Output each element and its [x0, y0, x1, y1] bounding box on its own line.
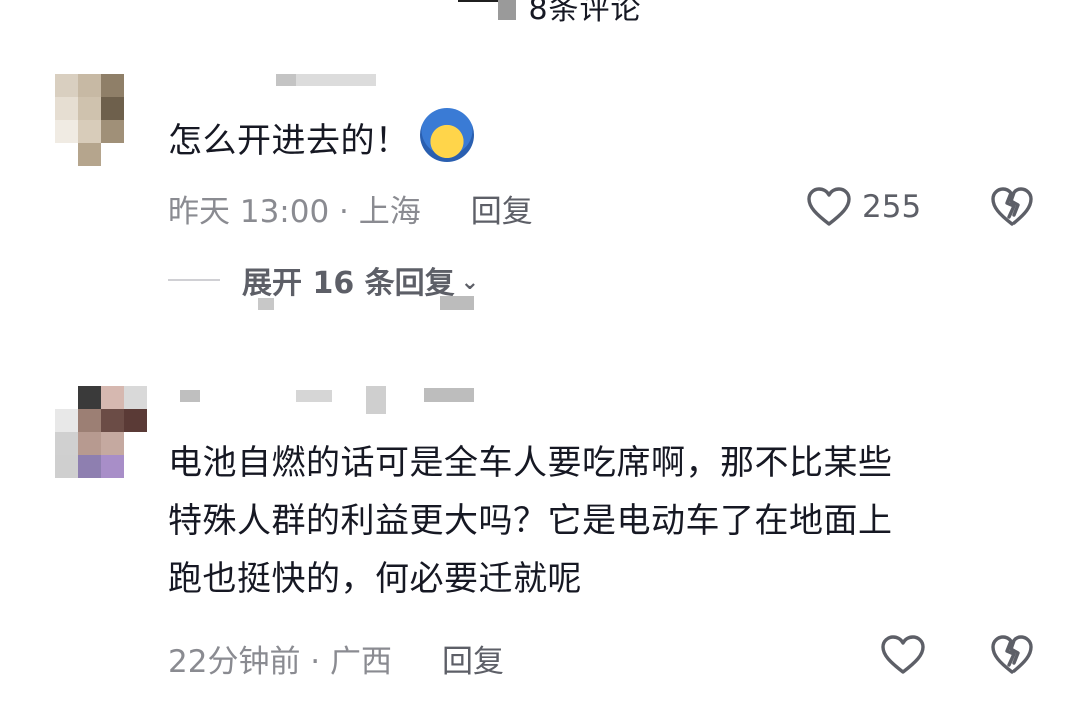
- like-button[interactable]: 255: [806, 186, 921, 228]
- comment-text: 电池自燃的话可是全车人要吃席啊，那不比某些 特殊人群的利益更大吗？它是电动车了在…: [168, 434, 893, 608]
- username-redacted: [366, 386, 386, 414]
- like-button[interactable]: [880, 634, 926, 676]
- username-redacted: [424, 388, 474, 402]
- broken-heart-icon: [991, 635, 1033, 674]
- comment-timestamp-location: 22分钟前 · 广西: [168, 644, 393, 680]
- like-count: 255: [862, 189, 922, 225]
- heart-outline-icon: [881, 635, 925, 674]
- comment-panel: 8条评论 怎么开进去的！ 昨天 13:00 · 上海 回复 255 展开 16 …: [0, 0, 1080, 722]
- comment-line: 电池自燃的话可是全车人要吃席啊，那不比某些: [168, 443, 893, 483]
- expand-replies-label: 展开 16 条回复: [242, 266, 455, 301]
- comment-timestamp-location: 昨天 13:00 · 上海: [168, 194, 421, 230]
- username-redacted: [296, 390, 332, 402]
- dislike-button[interactable]: [990, 186, 1034, 232]
- redacted-mask: [440, 296, 474, 310]
- comments-header: 8条评论: [0, 0, 1080, 27]
- avatar[interactable]: [55, 386, 147, 478]
- broken-heart-icon: [991, 187, 1033, 226]
- username-redacted[interactable]: [180, 390, 200, 402]
- reply-button[interactable]: 回复: [442, 636, 504, 681]
- comment-meta: 22分钟前 · 广西 回复: [168, 636, 504, 681]
- comment-text: 怎么开进去的！: [168, 108, 474, 170]
- comment-line: 跑也挺快的，何必要迁就呢: [168, 559, 582, 599]
- redacted-count-mask: [498, 0, 516, 20]
- divider-line: [168, 279, 220, 281]
- heart-outline-icon: [807, 187, 851, 226]
- emoji-sticker-icon: [419, 108, 474, 162]
- dislike-button[interactable]: [990, 634, 1034, 680]
- comment-text-content: 怎么开进去的！: [168, 121, 410, 161]
- chevron-down-icon: ⌄: [460, 269, 480, 295]
- reply-button[interactable]: 回复: [471, 186, 533, 231]
- redacted-mask: [258, 298, 274, 310]
- username-redacted: [276, 74, 296, 86]
- redacted-count-mask: [458, 0, 498, 2]
- comment-meta: 昨天 13:00 · 上海 回复: [168, 186, 533, 231]
- avatar[interactable]: [55, 74, 147, 166]
- expand-replies-button[interactable]: 展开 16 条回复 ⌄: [168, 258, 479, 302]
- comment-line: 特殊人群的利益更大吗？它是电动车了在地面上: [168, 501, 893, 541]
- comments-count-title: 8条评论: [528, 0, 642, 27]
